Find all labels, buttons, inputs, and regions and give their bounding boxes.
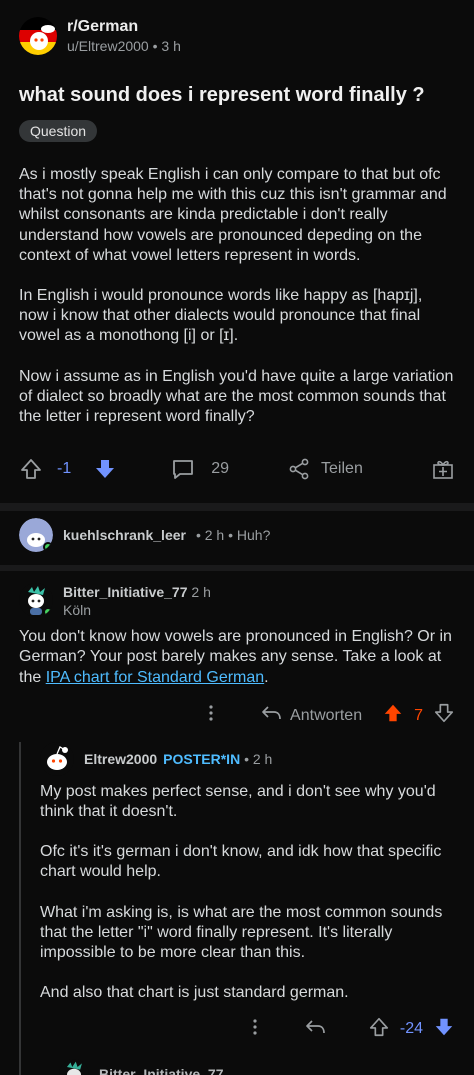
ipa-chart-link[interactable]: IPA chart for Standard German xyxy=(46,669,264,686)
post-body: As i mostly speak English i can only com… xyxy=(19,165,455,427)
post-paragraph: In English i would pronounce words like … xyxy=(19,287,423,345)
reply-label: Antworten xyxy=(290,706,363,724)
online-indicator xyxy=(43,542,53,553)
reply-icon xyxy=(260,704,282,727)
comment-meta: • 2 h • Huh? xyxy=(195,527,271,544)
comment-paragraph: And also that chart is just standard ger… xyxy=(40,984,349,1002)
share-icon[interactable] xyxy=(287,457,311,481)
comment-body: My post makes perfect sense, and i don't… xyxy=(40,782,455,1004)
post-paragraph: As i mostly speak English i can only com… xyxy=(19,166,447,264)
avatar[interactable] xyxy=(19,583,53,618)
comment-score: 7 xyxy=(414,706,423,724)
comment-score: -24 xyxy=(399,1020,423,1038)
reply-thread: Eltrew2000 POSTER*IN • 2 h My post makes … xyxy=(19,741,455,1075)
comment-age: • 2 h xyxy=(244,750,273,767)
comment-paragraph: What i'm asking is, is what are the most… xyxy=(40,903,443,962)
share-label[interactable]: Teilen xyxy=(321,460,363,478)
comment-paragraph: My post makes perfect sense, and i don't… xyxy=(40,782,436,821)
post-actions: -1 29 Teilen xyxy=(19,449,455,489)
subreddit-avatar[interactable] xyxy=(19,17,57,55)
comment-author[interactable]: Bitter_Initiative_77 xyxy=(63,584,188,600)
next-comment-preview[interactable]: Bitter_Initiative_77 xyxy=(40,1059,455,1075)
online-indicator xyxy=(43,607,53,618)
upvote-icon[interactable] xyxy=(19,457,43,481)
avatar[interactable] xyxy=(40,741,74,776)
downvote-icon[interactable] xyxy=(433,1016,455,1043)
post-author-line[interactable]: u/Eltrew2000 • 3 h xyxy=(67,38,181,54)
avatar[interactable] xyxy=(19,518,53,553)
comment-body: You don't know how vowels are pronounced… xyxy=(19,627,455,688)
comment-author[interactable]: kuehlschrank_leer xyxy=(63,527,186,543)
reply-button[interactable]: Antworten xyxy=(260,704,362,727)
downvote-icon[interactable] xyxy=(433,702,455,729)
comment-count[interactable]: 29 xyxy=(211,460,229,478)
reply-icon[interactable] xyxy=(304,1018,326,1041)
comment-author[interactable]: Eltrew2000 xyxy=(84,751,157,767)
comment-divider xyxy=(0,565,474,572)
subreddit-name[interactable]: r/German xyxy=(67,18,181,36)
more-options-icon[interactable] xyxy=(252,1018,258,1041)
post-flair[interactable]: Question xyxy=(19,120,98,142)
comments-section: kuehlschrank_leer • 2 h • Huh? Bitter_In… xyxy=(0,513,474,1075)
comment-age: 2 h xyxy=(191,584,211,601)
upvote-icon[interactable] xyxy=(382,702,404,729)
post: r/German u/Eltrew2000 • 3 h what sound d… xyxy=(0,0,474,489)
award-icon[interactable] xyxy=(431,457,455,481)
comment-paragraph: Ofc it's it's german i don't know, and i… xyxy=(40,843,442,881)
op-badge: POSTER*IN xyxy=(163,750,241,767)
post-score: -1 xyxy=(57,460,72,478)
section-divider xyxy=(0,503,474,512)
comment-author[interactable]: Bitter_Initiative_77 xyxy=(99,1066,224,1075)
post-title: what sound does i represent word finally… xyxy=(19,84,425,106)
avatar[interactable] xyxy=(59,1059,89,1075)
comment: Bitter_Initiative_77 2 h Köln You don't … xyxy=(19,583,455,1075)
comment-actions: Antworten 7 xyxy=(19,696,455,736)
comment-actions: -24 xyxy=(40,1009,455,1049)
more-options-icon[interactable] xyxy=(208,704,214,727)
upvote-icon[interactable] xyxy=(368,1016,390,1043)
downvote-icon[interactable] xyxy=(93,457,117,481)
comment-text-end: . xyxy=(264,668,269,686)
comment-icon[interactable] xyxy=(171,457,195,481)
post-header: r/German u/Eltrew2000 • 3 h xyxy=(19,14,455,58)
comment-location: Köln xyxy=(63,602,92,619)
collapsed-comment[interactable]: kuehlschrank_leer • 2 h • Huh? xyxy=(19,513,455,557)
post-paragraph: Now i assume as in English you'd have qu… xyxy=(19,367,454,426)
